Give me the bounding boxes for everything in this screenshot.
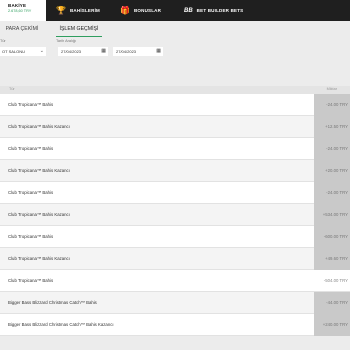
row-amount: -24.00 TRY [314, 182, 350, 204]
nav-bonuses[interactable]: 🎁 BONUSLAR [110, 0, 174, 21]
tab-bar: PARA ÇEKİMİ İŞLEM GEÇMİŞİ [0, 21, 350, 37]
nav-bonuses-label: BONUSLAR [133, 8, 162, 13]
row-amount: +240.00 TRY [314, 314, 350, 336]
row-amount: -24.00 TRY [314, 138, 350, 160]
table-row[interactable]: Bigger Bass Blizzard Christmas Catch™ Ba… [0, 314, 350, 336]
row-amount: -600.00 TRY [314, 226, 350, 248]
row-description: Club Tropicana™ Bahis [8, 278, 54, 283]
row-amount: +20.00 TRY [314, 160, 350, 182]
row-description: Bigger Bass Blizzard Christmas Catch™ Ba… [8, 300, 97, 305]
row-description: Club Tropicana™ Bahis Kazancı [8, 168, 70, 173]
table-header: Tür Miktar [0, 86, 350, 94]
nav-my-bets[interactable]: 🏆 BAHİSLERİM [46, 0, 110, 21]
row-amount: -24.00 TRY [314, 94, 350, 116]
row-description: Club Tropicana™ Bahis Kazancı [8, 256, 70, 261]
table-row[interactable]: Club Tropicana™ Bahis Kazancı +20.00 TRY [0, 160, 350, 182]
row-amount: -504.00 TRY [323, 278, 348, 283]
date-from-value: 27/04/2023 [61, 49, 82, 54]
date-to-value: 27/04/2023 [116, 49, 137, 54]
type-filter-select[interactable]: OT SALONU ⌄ [0, 47, 46, 56]
nav-bet-builder-label: BET BUILDER BETS [196, 8, 244, 13]
trophy-icon: 🏆 [56, 5, 66, 15]
table-row[interactable]: Club Tropicana™ Bahis Kazancı +49.60 TRY [0, 248, 350, 270]
calendar-icon[interactable]: ▦ [101, 47, 106, 56]
row-description: Club Tropicana™ Bahis Kazancı [8, 124, 70, 129]
table-row[interactable]: Club Tropicana™ Bahis -504.00 TRY [0, 270, 350, 292]
row-amount: -44.00 TRY [314, 292, 350, 314]
date-to-input[interactable]: 27/04/2023 ▦ [113, 47, 163, 56]
row-amount: +49.60 TRY [314, 248, 350, 270]
row-description: Club Tropicana™ Bahis [8, 234, 54, 239]
balance-box[interactable]: BAKİYE 2.678,60 TRY [0, 0, 46, 21]
table-row[interactable]: Club Tropicana™ Bahis Kazancı +12.50 TRY [0, 116, 350, 138]
row-description: Club Tropicana™ Bahis [8, 102, 54, 107]
row-description: Club Tropicana™ Bahis [8, 146, 54, 151]
nav-my-bets-label: BAHİSLERİM [69, 8, 100, 13]
column-type-header: Tür [9, 87, 15, 91]
nav-bet-builder[interactable]: BB BET BUILDER BETS [174, 0, 350, 21]
gift-icon: 🎁 [120, 5, 130, 15]
date-from-input[interactable]: 27/04/2023 ▦ [58, 47, 108, 56]
calendar-icon[interactable]: ▦ [156, 47, 161, 56]
type-filter-value: OT SALONU [2, 49, 26, 54]
top-bar: BAKİYE 2.678,60 TRY 🏆 BAHİSLERİM 🎁 BONUS… [0, 0, 350, 21]
row-description: Club Tropicana™ Bahis Kazancı [8, 212, 70, 217]
row-amount: +534.00 TRY [314, 204, 350, 226]
type-filter-label: Tür [0, 39, 6, 43]
balance-value: 2.678,60 TRY [8, 9, 32, 13]
chevron-down-icon: ⌄ [39, 48, 44, 54]
row-description: Club Tropicana™ Bahis [8, 190, 54, 195]
table-row[interactable]: Club Tropicana™ Bahis -24.00 TRY [0, 182, 350, 204]
table-row[interactable]: Club Tropicana™ Bahis -24.00 TRY [0, 94, 350, 116]
bet-builder-icon: BB [184, 7, 193, 14]
column-amount-header: Miktar [326, 87, 337, 91]
tab-withdraw[interactable]: PARA ÇEKİMİ [0, 21, 44, 37]
table-row[interactable]: Club Tropicana™ Bahis Kazancı +534.00 TR… [0, 204, 350, 226]
balance-title: BAKİYE [8, 3, 27, 8]
table-row[interactable]: Club Tropicana™ Bahis -600.00 TRY [0, 226, 350, 248]
table-row[interactable]: Bigger Bass Blizzard Christmas Catch™ Ba… [0, 292, 350, 314]
filters: Tür OT SALONU ⌄ Tarih Aralığı 27/04/2023… [0, 39, 350, 61]
tab-transaction-history[interactable]: İŞLEM GEÇMİŞİ [56, 21, 102, 37]
transaction-list: Club Tropicana™ Bahis -24.00 TRY Club Tr… [0, 94, 350, 336]
table-row[interactable]: Club Tropicana™ Bahis -24.00 TRY [0, 138, 350, 160]
row-description: Bigger Bass Blizzard Christmas Catch™ Ba… [8, 322, 114, 327]
row-amount: +12.50 TRY [314, 116, 350, 138]
date-range-label: Tarih Aralığı [56, 39, 77, 43]
